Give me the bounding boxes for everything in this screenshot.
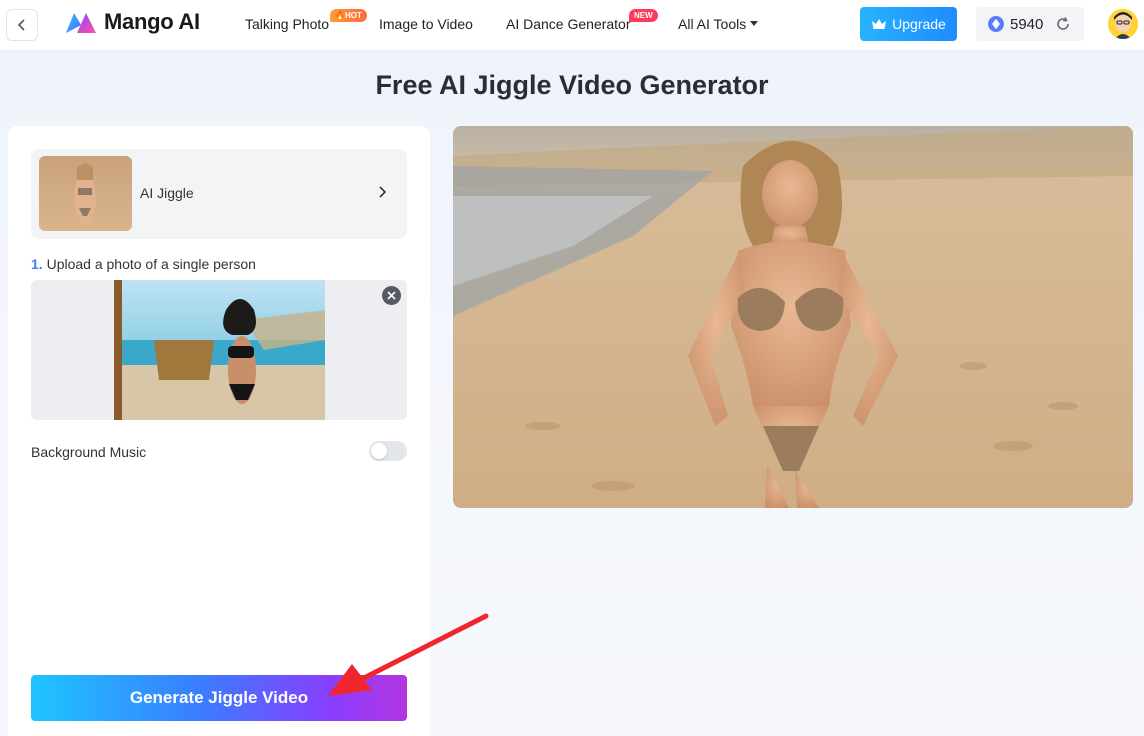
step-text: Upload a photo of a single person: [46, 256, 256, 272]
crown-icon: [872, 19, 887, 29]
gem-icon: [988, 16, 1004, 32]
chevron-right-icon: [379, 186, 387, 198]
page-title: Free AI Jiggle Video Generator: [375, 70, 769, 100]
step-number: 1.: [31, 256, 43, 272]
background-music-label: Background Music: [31, 444, 147, 460]
fire-icon: 🔥: [335, 11, 345, 20]
nav-item-label: Image to Video: [379, 16, 473, 32]
background-music-toggle[interactable]: [369, 441, 407, 461]
hot-badge: 🔥HOT: [330, 9, 367, 22]
toggle-knob: [371, 443, 387, 459]
video-preview: [453, 126, 1133, 508]
mango-logo-icon: [66, 13, 96, 33]
generate-video-button[interactable]: Generate Jiggle Video: [31, 675, 407, 721]
nav-talking-photo[interactable]: Talking Photo: [245, 16, 329, 32]
credits-count: 5940: [1010, 15, 1044, 33]
upload-step-label: 1. Upload a photo of a single person: [31, 256, 256, 272]
photo-upload-area[interactable]: [31, 280, 407, 420]
caret-down-icon: [750, 21, 759, 26]
close-icon: [387, 291, 396, 300]
chevron-left-icon: [17, 19, 25, 31]
user-avatar[interactable]: [1108, 9, 1138, 39]
nav-all-ai-tools[interactable]: All AI Tools: [678, 16, 759, 32]
nav-item-label: Talking Photo: [245, 16, 330, 32]
credits-balance: 5940: [976, 7, 1084, 41]
main-content: Free AI Jiggle Video Generator AI Jiggle…: [0, 50, 1144, 736]
upgrade-label: Upgrade: [892, 16, 946, 32]
nav-ai-dance-generator[interactable]: AI Dance Generator: [506, 16, 631, 32]
effect-thumbnail: [39, 156, 132, 231]
top-navigation: Mango AI Talking Photo 🔥HOT Image to Vid…: [0, 0, 1144, 50]
back-button[interactable]: [6, 9, 38, 41]
effect-name: AI Jiggle: [140, 185, 194, 201]
refresh-icon[interactable]: [1055, 16, 1071, 32]
nav-item-label: AI Dance Generator: [506, 16, 631, 32]
nav-item-label: All AI Tools: [678, 16, 747, 32]
remove-photo-button[interactable]: [382, 286, 401, 305]
nav-image-to-video[interactable]: Image to Video: [379, 16, 473, 32]
settings-panel: AI Jiggle 1. Upload a photo of a single …: [8, 126, 430, 736]
uploaded-photo: [114, 280, 325, 420]
brand-name: Mango AI: [104, 9, 200, 34]
preview-image: [453, 126, 1133, 508]
avatar-image: [1108, 9, 1138, 39]
effect-selector[interactable]: AI Jiggle: [31, 149, 407, 239]
upgrade-button[interactable]: Upgrade: [860, 7, 957, 41]
new-badge: NEW: [629, 9, 658, 22]
brand-logo[interactable]: Mango AI: [64, 9, 200, 35]
